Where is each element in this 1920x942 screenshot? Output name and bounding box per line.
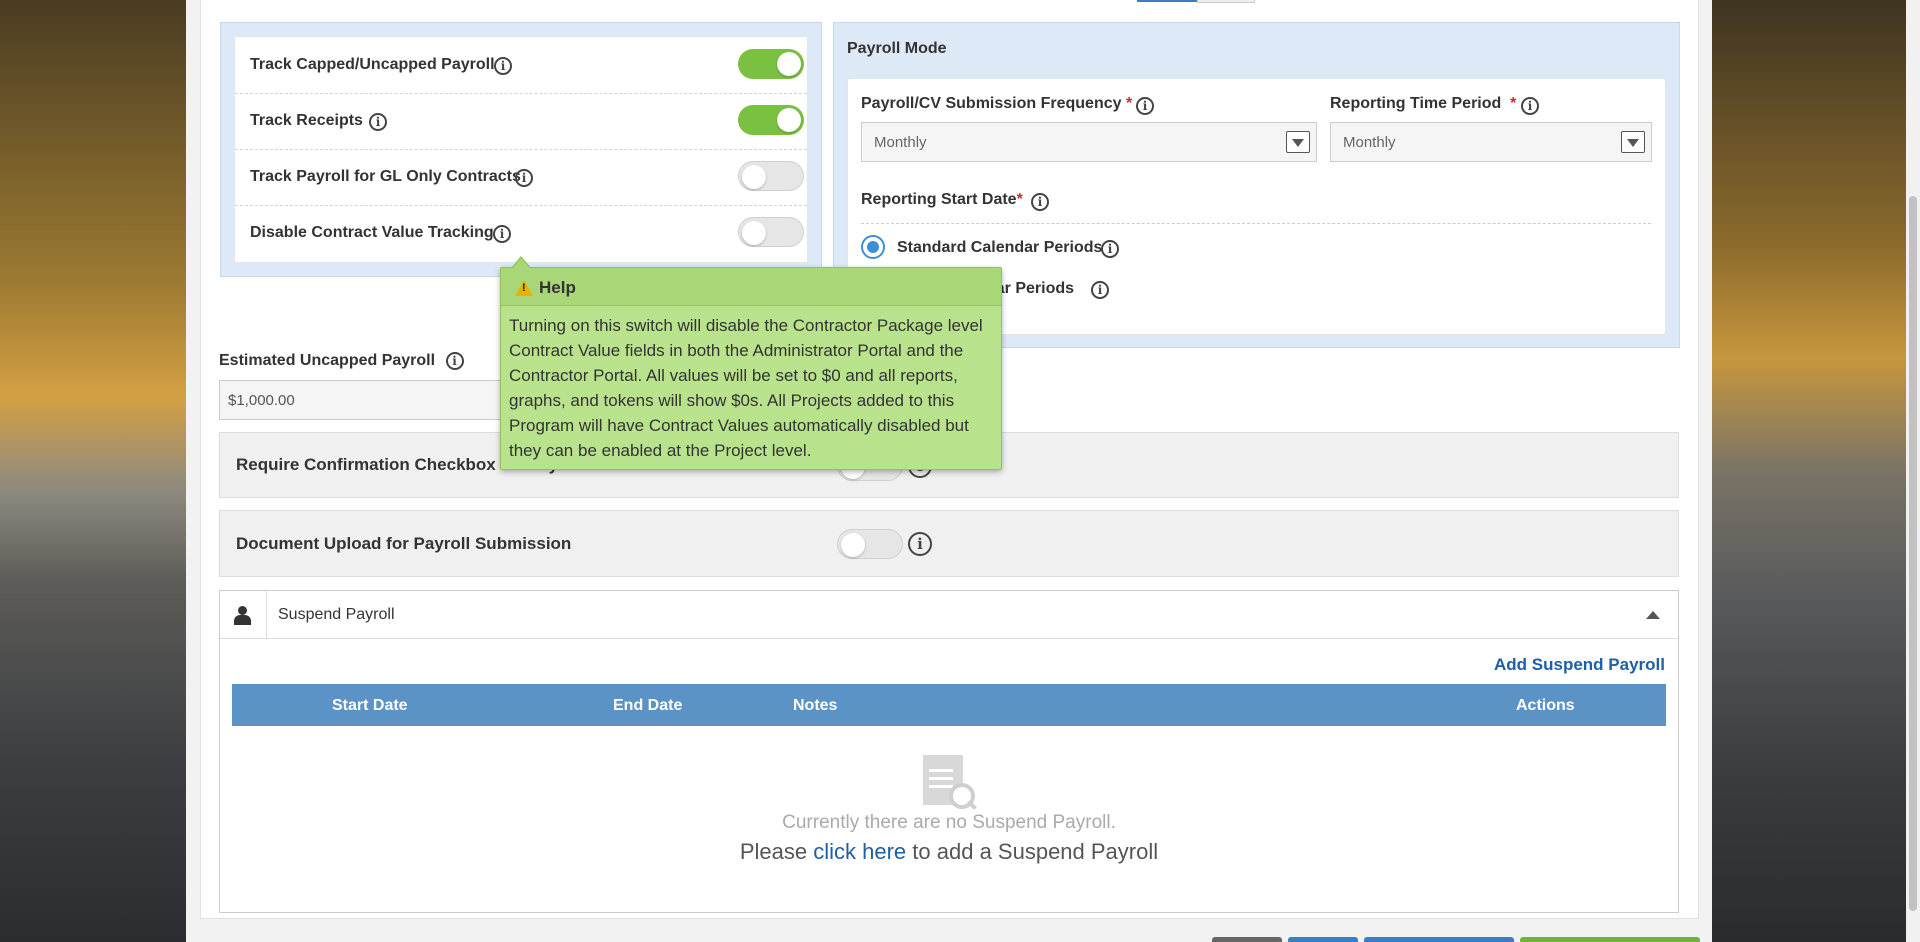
segment-inactive[interactable]: [1197, 0, 1255, 3]
warning-icon: [515, 280, 533, 296]
segmented-toggle[interactable]: [1137, 0, 1255, 3]
track-capped-toggle[interactable]: [738, 49, 804, 79]
info-icon[interactable]: i: [493, 225, 511, 243]
info-icon[interactable]: i: [515, 169, 533, 187]
track-gl-label: Track Payroll for GL Only Contracts: [250, 168, 521, 185]
info-icon[interactable]: i: [1521, 97, 1539, 115]
frequency-label: Payroll/CV Submission Frequency *: [861, 95, 1133, 112]
toggle-knob: [777, 108, 801, 132]
track-gl-row: Track Payroll for GL Only Contracts i: [235, 149, 807, 206]
payroll-mode-title: Payroll Mode: [847, 40, 947, 57]
toggle-knob: [742, 165, 766, 189]
suspend-payroll-title: Suspend Payroll: [278, 606, 395, 623]
info-icon[interactable]: i: [445, 352, 464, 370]
document-upload-bar: Document Upload for Payroll Submission i: [219, 510, 1679, 577]
footer-button[interactable]: [1520, 937, 1700, 942]
empty-state-prompt: Please click here to add a Suspend Payro…: [739, 839, 1159, 864]
info-icon[interactable]: i: [1101, 240, 1119, 258]
track-capped-label: Track Capped/Uncapped Payroll: [250, 56, 495, 73]
tracking-options-list: Track Capped/Uncapped Payroll i Track Re…: [234, 36, 808, 263]
document-upload-label: Document Upload for Payroll Submission: [236, 534, 572, 553]
footer-button[interactable]: [1364, 937, 1514, 942]
add-suspend-payroll-link[interactable]: Add Suspend Payroll: [1494, 655, 1665, 675]
footer-button[interactable]: [1288, 937, 1358, 942]
collapse-caret-icon[interactable]: [1646, 611, 1660, 619]
track-gl-toggle[interactable]: [738, 161, 804, 191]
info-icon[interactable]: i: [369, 113, 387, 131]
track-capped-row: Track Capped/Uncapped Payroll i: [235, 37, 807, 94]
frequency-select[interactable]: Monthly: [861, 122, 1317, 162]
help-tooltip-title: Help: [539, 278, 576, 297]
period-select[interactable]: Monthly: [1330, 122, 1652, 162]
estimated-payroll-input[interactable]: $1,000.00: [219, 380, 529, 420]
info-icon[interactable]: i: [1031, 193, 1049, 211]
segment-active[interactable]: [1137, 0, 1197, 2]
suspend-payroll-panel: Suspend Payroll Add Suspend Payroll Star…: [219, 590, 1679, 913]
suspend-table-header: Start Date End Date Notes Actions: [232, 684, 1666, 726]
info-icon[interactable]: i: [1091, 281, 1109, 299]
info-icon[interactable]: i: [908, 532, 932, 556]
period-label: Reporting Time Period *: [1330, 95, 1517, 112]
suspend-payroll-header[interactable]: Suspend Payroll: [220, 591, 1678, 639]
start-date-label: Reporting Start Date*: [861, 191, 1023, 208]
tracking-options-box: Track Capped/Uncapped Payroll i Track Re…: [220, 22, 822, 277]
disable-contract-value-toggle[interactable]: [738, 217, 804, 247]
info-icon[interactable]: i: [494, 57, 512, 75]
chevron-down-icon[interactable]: [1621, 131, 1645, 153]
disable-contract-value-label: Disable Contract Value Tracking: [250, 224, 494, 241]
help-tooltip-header: Help: [501, 268, 1001, 306]
background-right: [1712, 0, 1906, 942]
standard-periods-label: Standard Calendar Periods: [897, 239, 1103, 256]
person-icon: [220, 591, 267, 638]
empty-document-search-icon: [923, 755, 977, 811]
toggle-knob: [742, 221, 766, 245]
column-notes[interactable]: Notes: [793, 697, 837, 715]
track-receipts-toggle[interactable]: [738, 105, 804, 135]
background-left: [0, 0, 186, 942]
help-tooltip: Help Turning on this switch will disable…: [500, 256, 1002, 470]
toggle-knob: [841, 533, 865, 557]
track-receipts-label: Track Receipts: [250, 112, 363, 129]
column-start-date[interactable]: Start Date: [332, 697, 408, 715]
document-upload-toggle[interactable]: [837, 529, 903, 559]
info-icon[interactable]: i: [1136, 97, 1154, 115]
toggle-knob: [777, 52, 801, 76]
page-scrollbar[interactable]: [1906, 0, 1920, 942]
scrollbar-thumb[interactable]: [1909, 196, 1917, 911]
estimated-payroll-label: Estimated Uncapped Payroll i: [219, 352, 464, 370]
standard-periods-radio[interactable]: [861, 235, 885, 259]
empty-state-message: Currently there are no Suspend Payroll.: [782, 812, 1116, 833]
column-end-date[interactable]: End Date: [613, 697, 682, 715]
disable-contract-value-row: Disable Contract Value Tracking i: [235, 205, 807, 261]
divider: [861, 223, 1651, 224]
track-receipts-row: Track Receipts i: [235, 93, 807, 150]
column-actions: Actions: [1516, 697, 1575, 714]
help-tooltip-text: Turning on this switch will disable the …: [509, 316, 983, 460]
click-here-link[interactable]: click here: [813, 839, 906, 864]
chevron-down-icon[interactable]: [1286, 131, 1310, 153]
footer-button[interactable]: [1212, 937, 1282, 942]
